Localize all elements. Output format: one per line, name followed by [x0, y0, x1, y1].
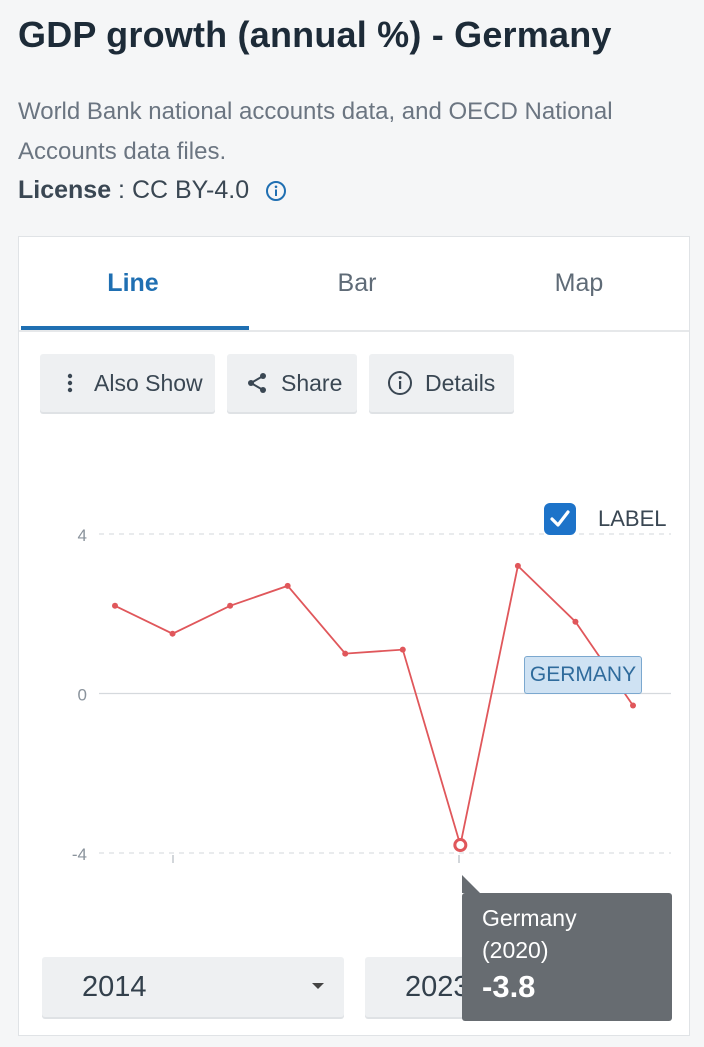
- source-text: World Bank national accounts data, and O…: [18, 98, 613, 165]
- data-point: [227, 602, 234, 609]
- start-year-select[interactable]: 2014: [42, 957, 344, 1017]
- page-title: GDP growth (annual %) - Germany: [18, 14, 612, 55]
- label-toggle-text: LABEL: [598, 506, 667, 531]
- start-year-value: 2014: [82, 971, 147, 1003]
- line-chart: -4 0 4: [72, 526, 671, 864]
- data-point: [284, 582, 291, 589]
- data-point: [112, 602, 118, 609]
- series-label-tag[interactable]: GERMANY: [524, 656, 642, 694]
- data-point: [514, 562, 521, 569]
- end-year-value: 2023: [405, 971, 470, 1003]
- y-tick-label: 4: [78, 526, 87, 545]
- license-value: CC BY-4.0: [131, 176, 250, 204]
- chevron-down-icon: [312, 983, 324, 989]
- highlighted-point: [453, 838, 468, 853]
- data-point: [399, 646, 406, 653]
- data-point: [630, 702, 636, 709]
- data-tooltip: Germany (2020) -3.8: [462, 875, 672, 1021]
- y-tick-label: -4: [72, 845, 87, 864]
- license-info-icon[interactable]: [265, 180, 287, 202]
- tooltip-year: (2020): [482, 937, 549, 963]
- license-row: License : CC BY-4.0: [18, 176, 287, 205]
- series-line-germany: [114, 564, 634, 846]
- chart-card: Line Bar Map Also Show Share Details -4 0…: [18, 236, 690, 1036]
- check-icon: [550, 510, 570, 527]
- license-label: License: [18, 176, 112, 204]
- tooltip-value: -3.8: [482, 969, 536, 1004]
- label-checkbox[interactable]: [544, 503, 576, 535]
- data-point: [169, 630, 176, 637]
- license-separator: :: [111, 176, 132, 204]
- data-point: [572, 618, 579, 625]
- tooltip-country: Germany: [482, 905, 577, 931]
- data-point: [342, 650, 349, 657]
- y-tick-label: 0: [78, 686, 87, 705]
- label-toggle[interactable]: LABEL: [544, 503, 667, 535]
